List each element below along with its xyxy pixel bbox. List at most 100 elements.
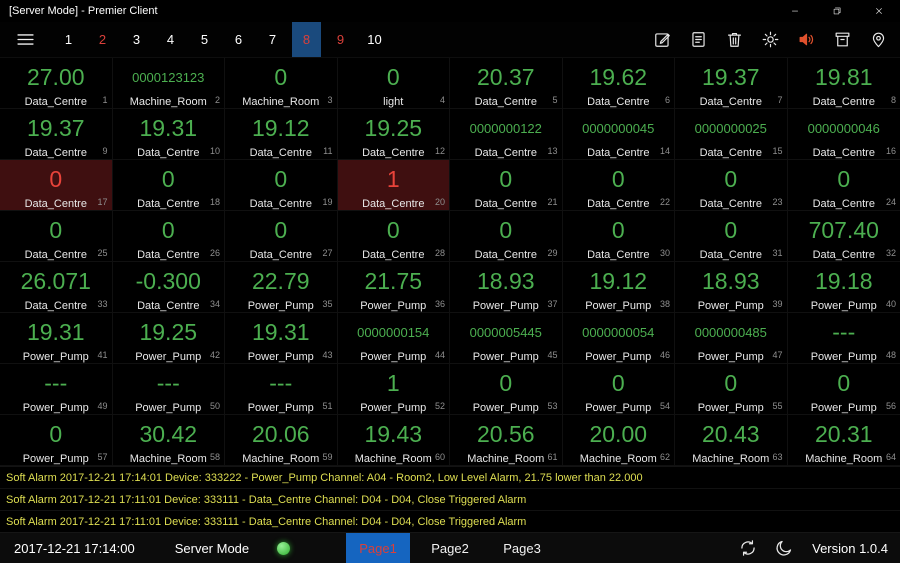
channel-tile-55[interactable]: 0 Power_Pump 55 xyxy=(675,364,788,415)
channel-tile-63[interactable]: 20.43 Machine_Room 63 xyxy=(675,415,788,466)
page-number-8[interactable]: 8 xyxy=(292,22,321,57)
channel-tile-1[interactable]: 27.00 Data_Centre 1 xyxy=(0,58,113,109)
tile-label-row: Power_Pump 36 xyxy=(338,296,450,312)
channel-tile-34[interactable]: -0.300 Data_Centre 34 xyxy=(112,262,225,313)
channel-tile-30[interactable]: 0 Data_Centre 30 xyxy=(562,211,675,262)
channel-tile-23[interactable]: 0 Data_Centre 23 xyxy=(675,160,788,211)
channel-tile-7[interactable]: 19.37 Data_Centre 7 xyxy=(675,58,788,109)
channel-tile-3[interactable]: 0 Machine_Room 3 xyxy=(225,58,338,109)
channel-tile-64[interactable]: 20.31 Machine_Room 64 xyxy=(787,415,900,466)
channel-tile-53[interactable]: 0 Power_Pump 53 xyxy=(450,364,563,415)
channel-tile-31[interactable]: 0 Data_Centre 31 xyxy=(675,211,788,262)
channel-tile-29[interactable]: 0 Data_Centre 29 xyxy=(450,211,563,262)
page-number-4[interactable]: 4 xyxy=(156,22,185,57)
tile-index: 46 xyxy=(659,350,670,360)
page-number-7[interactable]: 7 xyxy=(258,22,287,57)
page-number-9[interactable]: 9 xyxy=(326,22,355,57)
channel-tile-59[interactable]: 20.06 Machine_Room 59 xyxy=(225,415,338,466)
channel-tile-4[interactable]: 0 light 4 xyxy=(337,58,450,109)
location-button[interactable] xyxy=(869,30,888,49)
tab-page3[interactable]: Page3 xyxy=(490,533,554,563)
channel-tile-32[interactable]: 707.40 Data_Centre 32 xyxy=(787,211,900,262)
page-number-3[interactable]: 3 xyxy=(122,22,151,57)
channel-tile-48[interactable]: --- Power_Pump 48 xyxy=(787,313,900,364)
channel-tile-16[interactable]: 0000000046 Data_Centre 16 xyxy=(787,109,900,160)
channel-tile-26[interactable]: 0 Data_Centre 26 xyxy=(112,211,225,262)
channel-tile-17[interactable]: 0 Data_Centre 17 xyxy=(0,160,113,211)
channel-tile-62[interactable]: 20.00 Machine_Room 62 xyxy=(562,415,675,466)
channel-tile-54[interactable]: 0 Power_Pump 54 xyxy=(562,364,675,415)
channel-tile-11[interactable]: 19.12 Data_Centre 11 xyxy=(225,109,338,160)
channel-tile-61[interactable]: 20.56 Machine_Room 61 xyxy=(450,415,563,466)
channel-tile-24[interactable]: 0 Data_Centre 24 xyxy=(787,160,900,211)
channel-tile-36[interactable]: 21.75 Power_Pump 36 xyxy=(337,262,450,313)
maximize-button[interactable] xyxy=(816,0,858,22)
channel-tile-60[interactable]: 19.43 Machine_Room 60 xyxy=(337,415,450,466)
tile-index: 31 xyxy=(772,248,783,258)
channel-tile-52[interactable]: 1 Power_Pump 52 xyxy=(337,364,450,415)
menu-button[interactable] xyxy=(12,27,38,53)
channel-tile-33[interactable]: 26.071 Data_Centre 33 xyxy=(0,262,113,313)
page-number-1[interactable]: 1 xyxy=(54,22,83,57)
tile-label: Power_Pump xyxy=(247,402,314,414)
channel-tile-39[interactable]: 18.93 Power_Pump 39 xyxy=(675,262,788,313)
channel-tile-25[interactable]: 0 Data_Centre 25 xyxy=(0,211,113,262)
channel-tile-46[interactable]: 0000000054 Power_Pump 46 xyxy=(562,313,675,364)
speaker-button[interactable] xyxy=(797,30,816,49)
channel-tile-28[interactable]: 0 Data_Centre 28 xyxy=(337,211,450,262)
tile-value: 0 xyxy=(161,165,175,192)
page-number-5[interactable]: 5 xyxy=(190,22,219,57)
channel-tile-14[interactable]: 0000000045 Data_Centre 14 xyxy=(562,109,675,160)
channel-tile-49[interactable]: --- Power_Pump 49 xyxy=(0,364,113,415)
tab-page2[interactable]: Page2 xyxy=(418,533,482,563)
delete-button[interactable] xyxy=(725,30,744,49)
channel-tile-50[interactable]: --- Power_Pump 50 xyxy=(112,364,225,415)
channel-tile-6[interactable]: 19.62 Data_Centre 6 xyxy=(562,58,675,109)
tile-label-row: Power_Pump 53 xyxy=(450,398,562,414)
channel-tile-42[interactable]: 19.25 Power_Pump 42 xyxy=(112,313,225,364)
channel-tile-41[interactable]: 19.31 Power_Pump 41 xyxy=(0,313,113,364)
channel-tile-38[interactable]: 19.12 Power_Pump 38 xyxy=(562,262,675,313)
tile-index: 61 xyxy=(547,452,558,462)
channel-tile-12[interactable]: 19.25 Data_Centre 12 xyxy=(337,109,450,160)
settings-button[interactable] xyxy=(761,30,780,49)
channel-tile-35[interactable]: 22.79 Power_Pump 35 xyxy=(225,262,338,313)
page-number-10[interactable]: 10 xyxy=(360,22,389,57)
channel-tile-51[interactable]: --- Power_Pump 51 xyxy=(225,364,338,415)
minimize-button[interactable] xyxy=(774,0,816,22)
moon-button[interactable] xyxy=(774,538,794,558)
page-number-2[interactable]: 2 xyxy=(88,22,117,57)
channel-tile-13[interactable]: 0000000122 Data_Centre 13 xyxy=(450,109,563,160)
channel-tile-43[interactable]: 19.31 Power_Pump 43 xyxy=(225,313,338,364)
tile-value: 20.00 xyxy=(589,420,648,447)
channel-tile-20[interactable]: 1 Data_Centre 20 xyxy=(337,160,450,211)
channel-tile-9[interactable]: 19.37 Data_Centre 9 xyxy=(0,109,113,160)
channel-tile-45[interactable]: 0000005445 Power_Pump 45 xyxy=(450,313,563,364)
tile-label: Data_Centre xyxy=(474,198,537,210)
channel-tile-58[interactable]: 30.42 Machine_Room 58 xyxy=(112,415,225,466)
channel-tile-21[interactable]: 0 Data_Centre 21 xyxy=(450,160,563,211)
channel-tile-18[interactable]: 0 Data_Centre 18 xyxy=(112,160,225,211)
channel-tile-10[interactable]: 19.31 Data_Centre 10 xyxy=(112,109,225,160)
channel-tile-57[interactable]: 0 Power_Pump 57 xyxy=(0,415,113,466)
channel-tile-15[interactable]: 0000000025 Data_Centre 15 xyxy=(675,109,788,160)
edit-button[interactable] xyxy=(653,30,672,49)
sync-button[interactable] xyxy=(738,538,758,558)
close-button[interactable] xyxy=(858,0,900,22)
page-number-6[interactable]: 6 xyxy=(224,22,253,57)
channel-tile-37[interactable]: 18.93 Power_Pump 37 xyxy=(450,262,563,313)
channel-tile-22[interactable]: 0 Data_Centre 22 xyxy=(562,160,675,211)
channel-tile-44[interactable]: 0000000154 Power_Pump 44 xyxy=(337,313,450,364)
channel-tile-19[interactable]: 0 Data_Centre 19 xyxy=(225,160,338,211)
tab-page1[interactable]: Page1 xyxy=(346,533,410,563)
channel-tile-5[interactable]: 20.37 Data_Centre 5 xyxy=(450,58,563,109)
channel-tile-47[interactable]: 0000000485 Power_Pump 47 xyxy=(675,313,788,364)
channel-tile-8[interactable]: 19.81 Data_Centre 8 xyxy=(787,58,900,109)
channel-tile-2[interactable]: 0000123123 Machine_Room 2 xyxy=(112,58,225,109)
archive-button[interactable] xyxy=(833,30,852,49)
channel-tile-27[interactable]: 0 Data_Centre 27 xyxy=(225,211,338,262)
tile-label-row: Power_Pump 45 xyxy=(450,347,562,363)
channel-tile-40[interactable]: 19.18 Power_Pump 40 xyxy=(787,262,900,313)
channel-tile-56[interactable]: 0 Power_Pump 56 xyxy=(787,364,900,415)
report-button[interactable] xyxy=(689,30,708,49)
